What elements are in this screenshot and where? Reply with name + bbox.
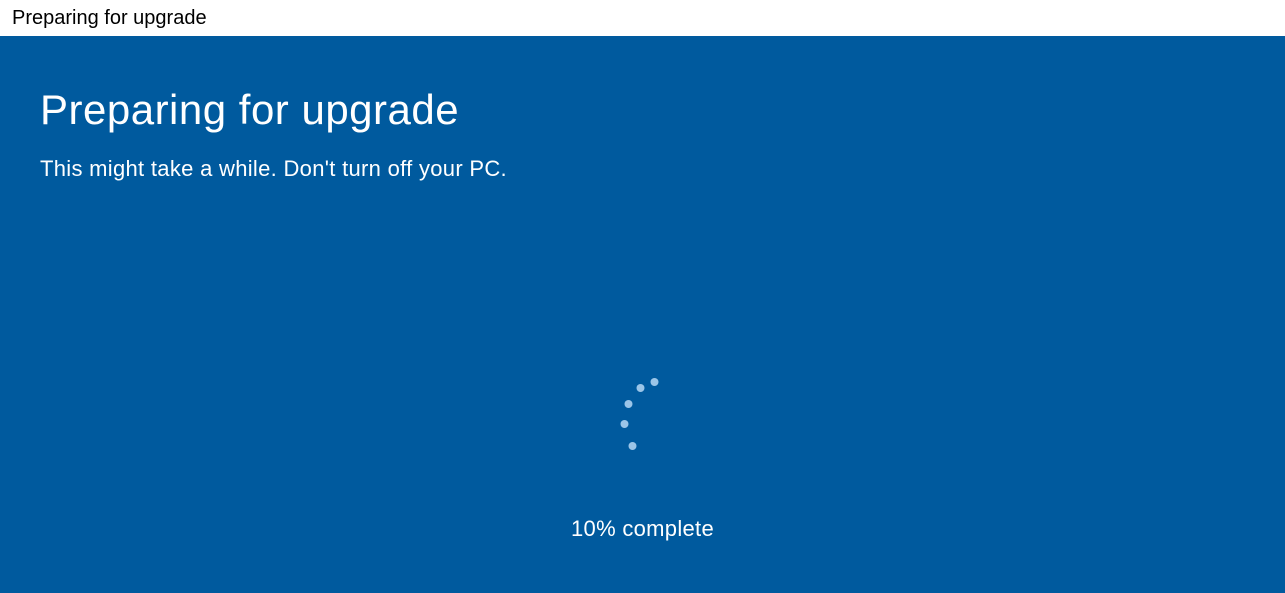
spinner-dot — [650, 378, 658, 386]
spinner-dot — [636, 384, 644, 392]
progress-text: 10% complete — [571, 516, 714, 542]
progress-area: 10% complete — [571, 376, 714, 542]
upgrade-heading: Preparing for upgrade — [40, 86, 1245, 134]
window-title: Preparing for upgrade — [12, 7, 207, 30]
spinner-dot — [628, 442, 636, 450]
loading-spinner-icon — [612, 376, 672, 456]
upgrade-panel: Preparing for upgrade This might take a … — [0, 36, 1285, 593]
spinner-dot — [620, 420, 628, 428]
spinner-dot — [624, 400, 632, 408]
window-title-bar: Preparing for upgrade — [0, 0, 1285, 36]
upgrade-subtitle: This might take a while. Don't turn off … — [40, 156, 1245, 182]
